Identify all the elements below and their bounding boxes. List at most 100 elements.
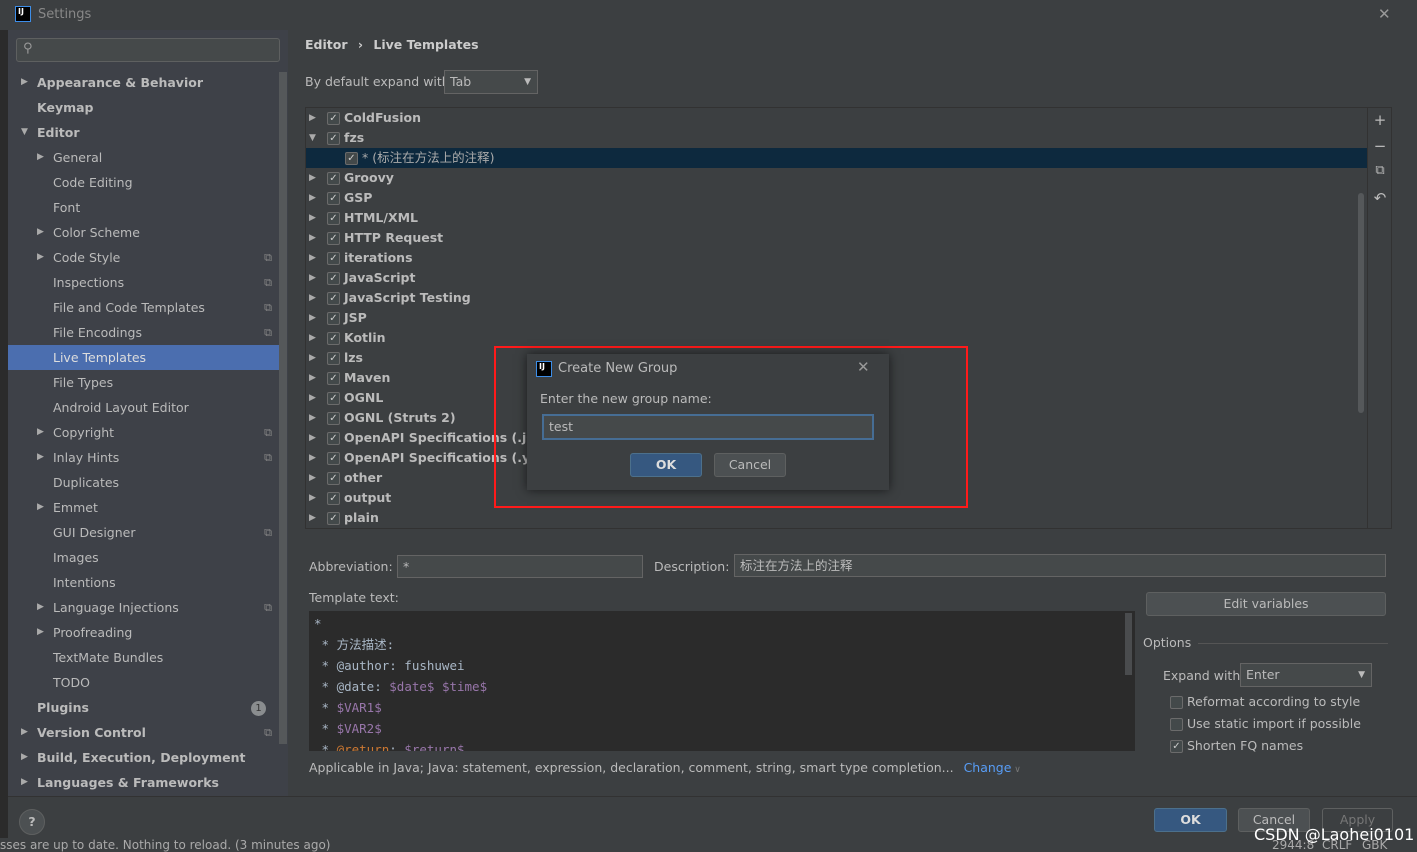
dialog-cancel-button[interactable]: Cancel: [714, 453, 786, 477]
sidebar-item-color-scheme[interactable]: ▶ Color Scheme: [8, 220, 280, 245]
template-group-iterations[interactable]: ▶ ✓ iterations: [306, 248, 1367, 268]
check-icon[interactable]: ✓: [345, 152, 358, 165]
sidebar-item-android-layout-editor[interactable]: Android Layout Editor: [8, 395, 280, 420]
sidebar-item-todo[interactable]: TODO: [8, 670, 280, 695]
expand-with-select[interactable]: Enter ▼: [1240, 663, 1372, 687]
copy-icon[interactable]: ⧉: [1372, 163, 1388, 178]
template-group-jsp[interactable]: ▶ ✓ JSP: [306, 308, 1367, 328]
check-icon[interactable]: ✓: [327, 512, 340, 525]
expand-default-select[interactable]: Tab ▼: [444, 70, 538, 94]
template-group-fzs[interactable]: ▼ ✓ fzs: [306, 128, 1367, 148]
check-icon[interactable]: ✓: [327, 452, 340, 465]
sidebar-item-appearance-behavior[interactable]: ▶ Appearance & Behavior: [8, 70, 280, 95]
chevron-right-icon[interactable]: ▶: [309, 188, 316, 208]
chevron-down-icon[interactable]: ▼: [309, 128, 316, 148]
check-icon[interactable]: ✓: [327, 432, 340, 445]
close-icon[interactable]: ✕: [1378, 5, 1391, 23]
editor-scrollbar[interactable]: [1125, 613, 1132, 675]
template-item[interactable]: ✓ * (标注在方法上的注释): [306, 148, 1367, 168]
check-icon[interactable]: ✓: [327, 332, 340, 345]
check-icon[interactable]: ✓: [327, 312, 340, 325]
sidebar-item-file-and-code-templates[interactable]: File and Code Templates ⧉: [8, 295, 280, 320]
group-name-input[interactable]: test: [542, 414, 874, 440]
chevron-right-icon[interactable]: ▶: [21, 720, 28, 745]
chevron-right-icon[interactable]: ▶: [309, 508, 316, 528]
sidebar-item-live-templates[interactable]: Live Templates: [8, 345, 280, 370]
sidebar-item-code-editing[interactable]: Code Editing: [8, 170, 280, 195]
description-input[interactable]: 标注在方法上的注释: [734, 554, 1386, 577]
check-icon[interactable]: ✓: [327, 112, 340, 125]
template-group-plain[interactable]: ▶ ✓ plain: [306, 508, 1367, 528]
check-icon[interactable]: ✓: [327, 292, 340, 305]
chevron-down-icon[interactable]: ▼: [21, 120, 28, 145]
chevron-right-icon[interactable]: ▶: [309, 488, 316, 508]
chevron-right-icon[interactable]: ▶: [309, 168, 316, 188]
sidebar-item-language-injections[interactable]: ▶ Language Injections ⧉: [8, 595, 280, 620]
tree-scrollbar[interactable]: [1358, 193, 1364, 413]
settings-search-input[interactable]: ⚲: [16, 38, 280, 62]
chevron-right-icon[interactable]: ▶: [37, 620, 44, 645]
static-import-checkbox[interactable]: Use static import if possible: [1170, 716, 1361, 731]
sidebar-item-emmet[interactable]: ▶ Emmet: [8, 495, 280, 520]
chevron-right-icon[interactable]: ▶: [37, 595, 44, 620]
chevron-right-icon[interactable]: ▶: [37, 220, 44, 245]
sidebar-item-build-execution-deployment[interactable]: ▶ Build, Execution, Deployment: [8, 745, 280, 770]
chevron-right-icon[interactable]: ▶: [37, 420, 44, 445]
revert-icon[interactable]: ↶: [1372, 189, 1388, 207]
chevron-right-icon[interactable]: ▶: [309, 228, 316, 248]
sidebar-item-copyright[interactable]: ▶ Copyright ⧉: [8, 420, 280, 445]
chevron-right-icon[interactable]: ▶: [309, 308, 316, 328]
ok-button[interactable]: OK: [1154, 808, 1227, 832]
sidebar-item-keymap[interactable]: Keymap: [8, 95, 280, 120]
check-icon[interactable]: ✓: [327, 212, 340, 225]
template-group-html-xml[interactable]: ▶ ✓ HTML/XML: [306, 208, 1367, 228]
change-link[interactable]: Change: [964, 760, 1012, 775]
close-icon[interactable]: ✕: [857, 358, 870, 376]
sidebar-item-proofreading[interactable]: ▶ Proofreading: [8, 620, 280, 645]
sidebar-item-textmate-bundles[interactable]: TextMate Bundles: [8, 645, 280, 670]
template-group-kotlin[interactable]: ▶ ✓ Kotlin: [306, 328, 1367, 348]
check-icon[interactable]: ✓: [327, 412, 340, 425]
chevron-right-icon[interactable]: ▶: [309, 408, 316, 428]
chevron-right-icon[interactable]: ▶: [309, 428, 316, 448]
chevron-right-icon[interactable]: ▶: [37, 445, 44, 470]
check-icon[interactable]: ✓: [327, 472, 340, 485]
template-group-groovy[interactable]: ▶ ✓ Groovy: [306, 168, 1367, 188]
chevron-right-icon[interactable]: ▶: [37, 495, 44, 520]
help-button[interactable]: ?: [19, 809, 45, 835]
sidebar-item-plugins[interactable]: Plugins 1: [8, 695, 280, 720]
sidebar-item-duplicates[interactable]: Duplicates: [8, 470, 280, 495]
chevron-right-icon[interactable]: ▶: [37, 245, 44, 270]
remove-icon[interactable]: −: [1372, 137, 1388, 155]
chevron-right-icon[interactable]: ▶: [309, 288, 316, 308]
check-icon[interactable]: ✓: [327, 492, 340, 505]
sidebar-item-images[interactable]: Images: [8, 545, 280, 570]
chevron-right-icon[interactable]: ▶: [309, 368, 316, 388]
reformat-checkbox[interactable]: Reformat according to style: [1170, 694, 1360, 709]
check-icon[interactable]: ✓: [327, 232, 340, 245]
check-icon[interactable]: ✓: [327, 132, 340, 145]
edit-variables-button[interactable]: Edit variables: [1146, 592, 1386, 616]
check-icon[interactable]: ✓: [327, 272, 340, 285]
check-icon[interactable]: ✓: [327, 352, 340, 365]
chevron-right-icon[interactable]: ▶: [309, 248, 316, 268]
template-group-http-request[interactable]: ▶ ✓ HTTP Request: [306, 228, 1367, 248]
chevron-right-icon[interactable]: ▶: [309, 388, 316, 408]
sidebar-item-file-types[interactable]: File Types: [8, 370, 280, 395]
chevron-right-icon[interactable]: ▶: [309, 448, 316, 468]
abbreviation-input[interactable]: *: [397, 555, 643, 578]
add-icon[interactable]: +: [1372, 111, 1388, 129]
sidebar-item-editor[interactable]: ▼ Editor: [8, 120, 280, 145]
sidebar-item-version-control[interactable]: ▶ Version Control ⧉: [8, 720, 280, 745]
check-icon[interactable]: ✓: [327, 372, 340, 385]
chevron-right-icon[interactable]: ▶: [37, 145, 44, 170]
chevron-right-icon[interactable]: ▶: [309, 268, 316, 288]
chevron-right-icon[interactable]: ▶: [21, 745, 28, 770]
check-icon[interactable]: ✓: [327, 172, 340, 185]
shorten-fq-checkbox[interactable]: ✓ Shorten FQ names: [1170, 738, 1303, 753]
sidebar-item-intentions[interactable]: Intentions: [8, 570, 280, 595]
sidebar-item-font[interactable]: Font: [8, 195, 280, 220]
sidebar-item-inspections[interactable]: Inspections ⧉: [8, 270, 280, 295]
dialog-ok-button[interactable]: OK: [630, 453, 702, 477]
chevron-right-icon[interactable]: ▶: [309, 328, 316, 348]
